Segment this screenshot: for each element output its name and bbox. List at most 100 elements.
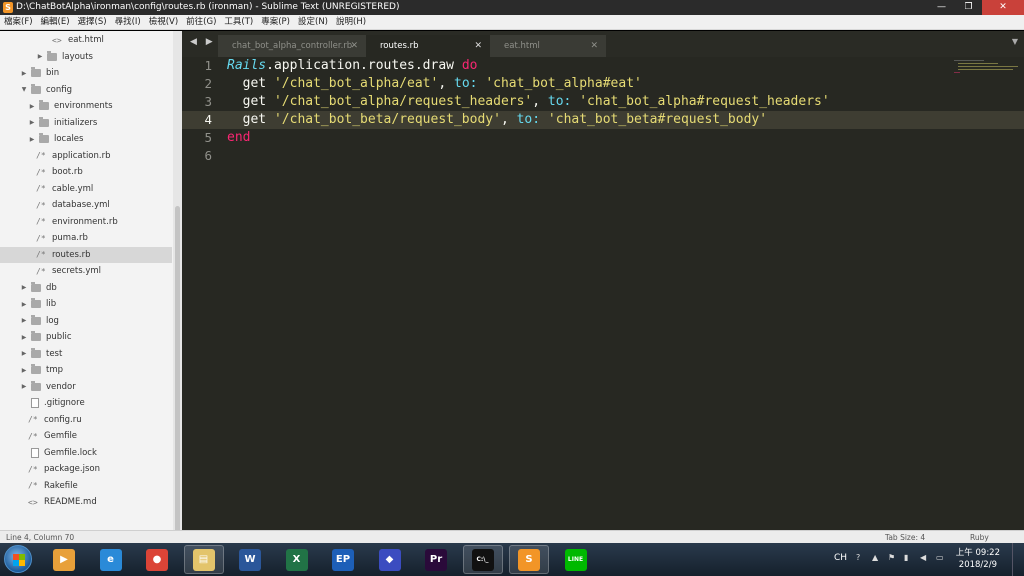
sidebar-item-gemfile[interactable]: /* Gemfile xyxy=(0,428,172,444)
menu-item-4[interactable]: 檢視(V) xyxy=(145,15,182,30)
menu-item-3[interactable]: 尋找(I) xyxy=(111,15,145,30)
chevron-right-icon[interactable]: ▶ xyxy=(36,53,44,60)
minimize-button[interactable]: — xyxy=(928,0,955,15)
sidebar-item-secrets-yml[interactable]: /* secrets.yml xyxy=(0,263,172,279)
tab-close-icon[interactable]: ✕ xyxy=(350,35,358,57)
sidebar-item-layouts[interactable]: ▶ layouts xyxy=(0,49,172,65)
sidebar-item--gitignore[interactable]: .gitignore xyxy=(0,395,172,411)
code-line[interactable]: get '/chat_bot_beta/request_body', to: '… xyxy=(227,111,767,129)
taskbar-app-ep[interactable]: EP xyxy=(323,545,363,574)
tab-dropdown-icon[interactable]: ▼ xyxy=(1012,37,1018,46)
show-hidden-icons-icon[interactable]: ▲ xyxy=(872,553,878,562)
taskbar-app-line[interactable]: LINE xyxy=(556,545,596,574)
chevron-right-icon[interactable]: ▶ xyxy=(20,383,28,390)
close-button[interactable]: ✕ xyxy=(982,0,1024,15)
sidebar-item-test[interactable]: ▶ test xyxy=(0,346,172,362)
taskbar-app-chrome[interactable]: ● xyxy=(137,545,177,574)
menu-item-7[interactable]: 專案(P) xyxy=(257,15,294,30)
sidebar-item-initializers[interactable]: ▶ initializers xyxy=(0,115,172,131)
tab-close-icon[interactable]: ✕ xyxy=(474,35,482,57)
maximize-button[interactable]: ❐ xyxy=(955,0,982,15)
taskbar-app-word[interactable]: W xyxy=(230,545,270,574)
tab-routes-rb[interactable]: routes.rb ✕ xyxy=(366,35,490,57)
sidebar-item-database-yml[interactable]: /* database.yml xyxy=(0,197,172,213)
sidebar-item-label: environments xyxy=(54,101,113,111)
menu-item-2[interactable]: 選擇(S) xyxy=(74,15,111,30)
menu-item-8[interactable]: 設定(N) xyxy=(294,15,332,30)
sidebar-item-log[interactable]: ▶ log xyxy=(0,313,172,329)
excel-icon: X xyxy=(285,548,308,571)
taskbar-app-terminal[interactable]: C:\_ xyxy=(462,545,503,574)
chevron-right-icon[interactable]: ▶ xyxy=(20,301,28,308)
sidebar-item-readme-md[interactable]: <> README.md xyxy=(0,494,172,510)
chevron-right-icon[interactable]: ▶ xyxy=(28,136,36,143)
menu-item-0[interactable]: 檔案(F) xyxy=(0,15,37,30)
chevron-right-icon[interactable]: ▶ xyxy=(20,367,28,374)
sidebar-item-boot-rb[interactable]: /* boot.rb xyxy=(0,164,172,180)
line-icon: LINE xyxy=(564,548,587,571)
action-center-icon[interactable]: ⚑ xyxy=(888,553,895,562)
code-token: 'chat_bot_alpha#request_headers' xyxy=(579,94,830,109)
menu-item-6[interactable]: 工具(T) xyxy=(220,15,257,30)
code-token: to: xyxy=(547,94,572,109)
sidebar-item-cable-yml[interactable]: /* cable.yml xyxy=(0,181,172,197)
chevron-right-icon[interactable]: ▶ xyxy=(20,350,28,357)
start-button[interactable] xyxy=(4,545,32,573)
sidebar-item-public[interactable]: ▶ public xyxy=(0,329,172,345)
sidebar-item-config-ru[interactable]: /* config.ru xyxy=(0,412,172,428)
chevron-right-icon[interactable]: ▶ xyxy=(28,103,36,110)
ime-indicator[interactable]: CH xyxy=(834,553,847,563)
show-desktop-button[interactable] xyxy=(1012,543,1024,576)
taskbar-app-sublime[interactable]: S xyxy=(509,545,549,574)
menu-item-5[interactable]: 前往(G) xyxy=(182,15,220,30)
sidebar-item-routes-rb[interactable]: /* routes.rb xyxy=(0,246,172,263)
taskbar-clock[interactable]: 上午 09:22 2018/2/9 xyxy=(956,547,1000,571)
taskbar-app-premiere[interactable]: Pr xyxy=(416,545,456,574)
help-icon[interactable]: ? xyxy=(856,553,860,562)
file-type-icon: /* xyxy=(28,415,38,424)
sidebar-item-vendor[interactable]: ▶ vendor xyxy=(0,379,172,395)
sidebar-item-application-rb[interactable]: /* application.rb xyxy=(0,148,172,164)
sidebar-item-environment-rb[interactable]: /* environment.rb xyxy=(0,214,172,230)
tab-close-icon[interactable]: ✕ xyxy=(590,35,598,57)
chevron-right-icon[interactable]: ▶ xyxy=(28,119,36,126)
code-line[interactable]: end xyxy=(227,129,250,147)
sidebar-item-puma-rb[interactable]: /* puma.rb xyxy=(0,230,172,246)
chevron-right-icon[interactable]: ▶ xyxy=(20,70,28,77)
code-line[interactable]: Rails.application.routes.draw do xyxy=(227,57,477,75)
chevron-right-icon[interactable]: ▶ xyxy=(20,334,28,341)
sidebar-scrollbar-thumb[interactable] xyxy=(175,206,180,530)
volume-icon[interactable]: ◀ xyxy=(920,553,926,562)
sidebar-item-locales[interactable]: ▶ locales xyxy=(0,131,172,147)
sidebar-item-tmp[interactable]: ▶ tmp xyxy=(0,362,172,378)
network-icon[interactable]: ▮ xyxy=(904,553,908,562)
tab-eat-html[interactable]: eat.html ✕ xyxy=(490,35,606,57)
taskbar-app-excel[interactable]: X xyxy=(277,545,317,574)
taskbar-app-internet-explorer[interactable]: e xyxy=(91,545,131,574)
taskbar-app-diamond-app[interactable]: ◆ xyxy=(370,545,410,574)
sidebar-item-lib[interactable]: ▶ lib xyxy=(0,296,172,312)
code-editor[interactable]: 123456 Rails.application.routes.draw do … xyxy=(182,57,1024,530)
menu-item-1[interactable]: 編輯(E) xyxy=(37,15,74,30)
code-line[interactable]: get '/chat_bot_alpha/eat', to: 'chat_bot… xyxy=(227,75,642,93)
code-line[interactable]: get '/chat_bot_alpha/request_headers', t… xyxy=(227,93,830,111)
taskbar-app-media-player[interactable]: ▶ xyxy=(44,545,84,574)
sidebar-item-package-json[interactable]: /* package.json xyxy=(0,461,172,477)
battery-icon[interactable]: ▭ xyxy=(936,553,944,562)
file-type-icon: /* xyxy=(28,464,38,474)
tab-scroll-arrows[interactable]: ◀ ▶ xyxy=(190,37,216,47)
sidebar-item-rakefile[interactable]: /* Rakefile xyxy=(0,478,172,494)
menu-item-9[interactable]: 說明(H) xyxy=(332,15,370,30)
sidebar-item-environments[interactable]: ▶ environments xyxy=(0,98,172,114)
taskbar-app-file-explorer[interactable]: ▤ xyxy=(183,545,224,574)
sidebar-item-bin[interactable]: ▶ bin xyxy=(0,65,172,81)
chevron-down-icon[interactable]: ▼ xyxy=(20,86,28,93)
sidebar-item-gemfile-lock[interactable]: Gemfile.lock xyxy=(0,445,172,461)
chevron-right-icon[interactable]: ▶ xyxy=(20,317,28,324)
chevron-right-icon[interactable]: ▶ xyxy=(20,284,28,291)
sidebar-item-config[interactable]: ▼ config xyxy=(0,82,172,98)
sidebar-item-eat-html[interactable]: <> eat.html xyxy=(0,32,172,48)
tab-chat-bot-alpha-controller-rb[interactable]: chat_bot_alpha_controller.rb ✕ xyxy=(218,35,366,57)
minimap[interactable] xyxy=(954,57,1024,77)
sidebar-item-db[interactable]: ▶ db xyxy=(0,280,172,296)
